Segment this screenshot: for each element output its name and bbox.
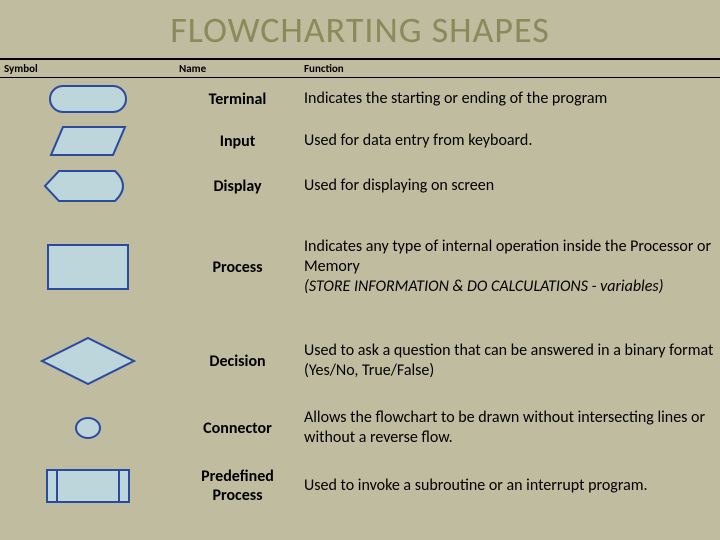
table-row: Predefined Process Used to invoke a subr… <box>0 458 720 514</box>
shapes-table: Symbol Name Function Terminal Indicates … <box>0 58 720 514</box>
table-row: Process Indicates any type of internal o… <box>0 210 720 324</box>
row-function: Used for data entry from keyboard. <box>300 125 720 157</box>
symbol-cell <box>0 336 175 386</box>
row-function: Allows the flowchart to be drawn without… <box>300 402 720 454</box>
input-shape-icon <box>49 125 127 157</box>
header-function: Function <box>300 60 720 77</box>
process-func-italic: (STORE INFORMATION & DO CALCULATIONS - v… <box>304 277 663 296</box>
row-function: Indicates any type of internal operation… <box>300 231 720 303</box>
row-name: Predefined Process <box>175 463 300 509</box>
row-name: Display <box>175 173 300 200</box>
header-name: Name <box>175 60 300 77</box>
decision-shape-icon <box>40 336 136 386</box>
row-name: Decision <box>175 348 300 375</box>
process-func-main: Indicates any type of internal operation… <box>304 237 711 276</box>
symbol-cell <box>0 85 175 113</box>
row-name: Input <box>175 128 300 155</box>
display-shape-icon <box>43 169 133 203</box>
symbol-cell <box>0 169 175 203</box>
table-row: Terminal Indicates the starting or endin… <box>0 78 720 120</box>
row-function: Used to ask a question that can be answe… <box>300 335 720 387</box>
row-function: Used for displaying on screen <box>300 170 720 202</box>
symbol-cell <box>0 244 175 290</box>
page-title: FLOWCHARTING SHAPES <box>0 0 720 58</box>
row-name: Process <box>175 254 300 281</box>
table-row: Display Used for displaying on screen <box>0 162 720 210</box>
table-header-row: Symbol Name Function <box>0 58 720 78</box>
table-row: Decision Used to ask a question that can… <box>0 324 720 398</box>
connector-shape-icon <box>75 417 101 439</box>
symbol-cell <box>0 469 175 503</box>
table-row: Input Used for data entry from keyboard. <box>0 120 720 162</box>
header-symbol: Symbol <box>0 60 175 77</box>
terminal-shape-icon <box>49 85 127 113</box>
row-function: Used to invoke a subroutine or an interr… <box>300 470 720 502</box>
process-shape-icon <box>47 244 129 290</box>
symbol-cell <box>0 417 175 439</box>
row-function: Indicates the starting or ending of the … <box>300 83 720 115</box>
predefined-process-shape-icon <box>46 469 130 503</box>
row-name: Connector <box>175 415 300 442</box>
table-row: Connector Allows the flowchart to be dra… <box>0 398 720 458</box>
symbol-cell <box>0 125 175 157</box>
row-name: Terminal <box>175 86 300 113</box>
